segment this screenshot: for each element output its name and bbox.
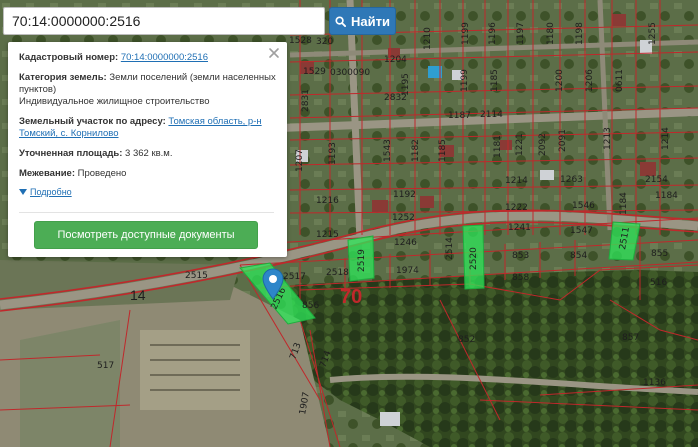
highlight-label: 2514 [445,237,455,260]
category-row: Категория земель: Земли поселений (земли… [19,72,277,108]
parcel-label: 856 [302,301,319,311]
cadastral-row: Кадастровый номер: 70:14:0000000:2516 [19,52,277,64]
details-toggle[interactable]: Подробно [19,186,277,198]
parcel-label: 1200 [555,69,565,92]
parcel-label: 852 [458,335,475,345]
parcel-label: 2517 [283,272,306,282]
close-icon[interactable] [268,47,280,59]
area-label: Уточненная площадь: [19,148,123,159]
parcel-label: 1543 [383,139,393,162]
parcel-info-popup: Кадастровый номер: 70:14:0000000:2516 Ка… [8,42,287,257]
parcel-label: 1197 [516,22,526,45]
parcel-label: 1210 [423,27,433,50]
search-bar: Найти [3,7,396,35]
parcel-label: 1195 [401,73,411,96]
parcel-label: 1184 [619,192,629,215]
parcel-label: 2092 [538,133,548,156]
parcel-label: 2831 [301,89,311,112]
parcel-label: 517 [97,361,114,371]
search-button[interactable]: Найти [329,7,396,35]
parcel-label: 1529 [303,67,326,77]
parcel-label: 1974 [396,266,419,276]
area-value: 3 362 кв.м. [125,148,173,159]
view-documents-button[interactable]: Посмотреть доступные документы [34,221,258,249]
survey-row: Межевание: Проведено [19,168,277,180]
parcel-label: 1221 [515,133,525,156]
parcel-label: 1187 [448,111,471,121]
parcel-label: 2518 [326,268,349,278]
parcel-label: 1214 [505,176,528,186]
parcel-label: 516 [650,278,667,288]
search-input[interactable] [3,7,325,35]
land-use-value: Индивидуальное жилищное строительство [19,96,210,107]
parcel-label: 1184 [655,191,678,201]
parcel-label: 854 [570,251,587,261]
parcel-label: 1193 [328,142,338,165]
parcel-label: 1546 [572,201,595,211]
survey-label: Межевание: [19,168,75,179]
parcel-label: 1216 [316,196,339,206]
parcel-label: 1198 [575,22,585,45]
survey-value: Проведено [77,168,127,179]
popup-divider [19,212,274,213]
parcel-label: 1204 [384,55,407,65]
parcel-label: 2091 [558,129,568,152]
parcel-label: 1528 [289,36,312,46]
parcel-label: 1213 [603,127,613,150]
parcel-label: 320 [316,37,333,47]
parcel-label: 1185 [490,69,500,92]
parcel-label: 1206 [585,69,595,92]
parcel-label: 1199 [461,22,471,45]
address-row: Земельный участок по адресу: Томская обл… [19,116,277,140]
search-icon [335,15,347,27]
parcel-label: 853 [512,251,529,261]
parcel-label: 1182 [411,139,421,162]
highlight-label: 2520 [469,247,479,270]
quarter-label: 70 [340,286,362,308]
details-label: Подробно [30,187,72,197]
parcel-label: 1199 [460,69,470,92]
parcel-label: 1214 [661,127,671,150]
cadastral-link[interactable]: 70:14:0000000:2516 [121,52,208,63]
road-label: 14 [130,287,146,303]
parcel-label: 1263 [560,175,583,185]
parcel-label: 857 [622,333,639,343]
address-label: Земельный участок по адресу: [19,116,166,127]
caret-down-icon [19,189,27,195]
parcel-label: 1192 [393,190,416,200]
area-row: Уточненная площадь: 3 362 кв.м. [19,148,277,160]
parcel-label: 858 [512,273,529,283]
location-marker-icon[interactable] [262,268,284,300]
parcel-label: 1180 [546,22,556,45]
parcel-label: 1246 [394,238,417,248]
parcel-label: 2515 [185,271,208,281]
cadastral-label: Кадастровый номер: [19,52,119,63]
parcel-label: 1222 [505,203,528,213]
quarter-code-label: 0300090 [330,68,370,78]
category-label: Категория земель: [19,72,107,83]
parcel-label: 1255 [648,22,658,45]
parcel-label: 1196 [488,22,498,45]
parcel-label: 2154 [645,175,668,185]
parcel-label: 1181 [493,135,503,158]
parcel-label: 2114 [480,110,503,120]
highlight-label: 2519 [357,249,367,272]
parcel-label: 1215 [316,230,339,240]
search-button-label: Найти [351,13,390,29]
parcel-label: 1136 [643,378,666,388]
parcel-label: 855 [651,249,668,259]
parcel-label: 1241 [508,223,531,233]
parcel-label: 0611 [615,69,625,92]
parcel-label: 1207 [295,149,305,172]
parcel-label: 1252 [392,213,415,223]
parcel-label: 1185 [438,139,448,162]
parcel-label: 1547 [570,226,593,236]
